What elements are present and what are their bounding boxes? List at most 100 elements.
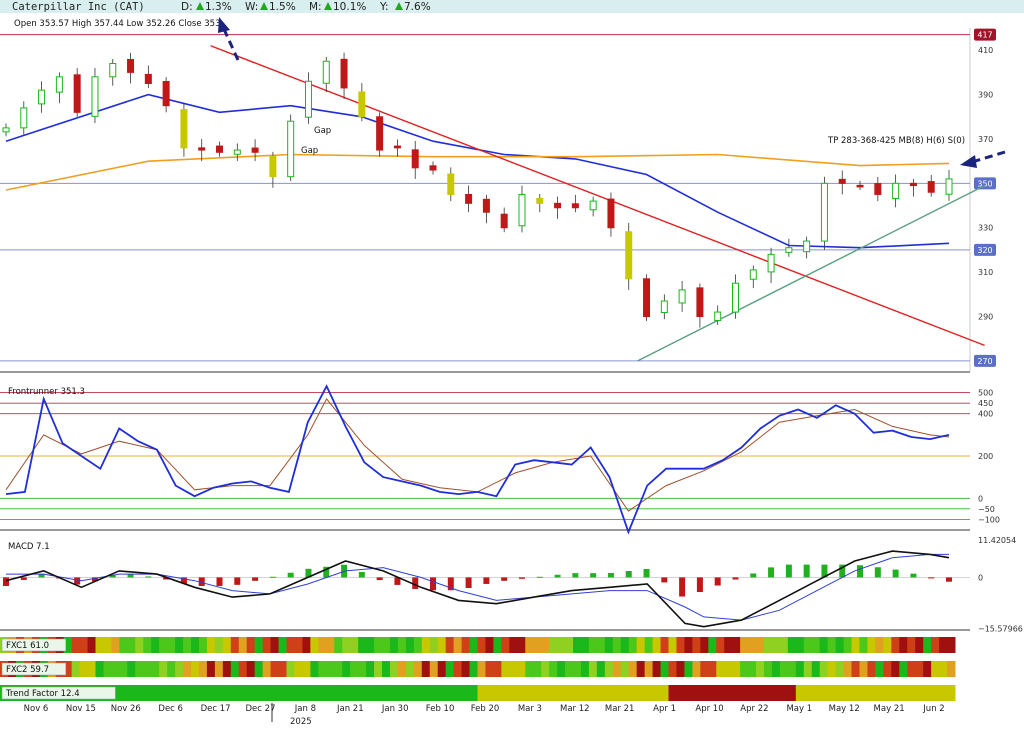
candle-body bbox=[927, 181, 935, 193]
strip-cell bbox=[159, 685, 168, 701]
strip-cell bbox=[270, 661, 280, 677]
strip-cell bbox=[525, 637, 534, 653]
strip-cell bbox=[803, 685, 813, 701]
strip-cell bbox=[660, 685, 669, 701]
strip-cell bbox=[111, 637, 120, 653]
frontrunner-tick-3: 200 bbox=[978, 452, 993, 461]
strip-cell bbox=[931, 685, 940, 701]
strip-cell bbox=[413, 685, 423, 701]
strip-cell bbox=[764, 661, 773, 677]
strip-cell bbox=[652, 661, 662, 677]
strip-cell bbox=[286, 685, 295, 701]
strip-cell bbox=[310, 661, 319, 677]
strip-cell bbox=[214, 685, 224, 701]
strip-cell bbox=[628, 661, 638, 677]
strip-cell bbox=[254, 637, 264, 653]
strip-label-0: FXC1 61.0 bbox=[6, 641, 49, 651]
strip-cell bbox=[748, 637, 757, 653]
strip-cell bbox=[859, 685, 868, 701]
candle-body bbox=[554, 202, 562, 209]
strip-cell bbox=[891, 661, 900, 677]
price-tick-label-0: 410 bbox=[978, 46, 993, 55]
strip-cell bbox=[206, 637, 216, 653]
strip-cell bbox=[421, 637, 431, 653]
strip-cell bbox=[565, 637, 574, 653]
strip-cell bbox=[214, 661, 224, 677]
x-tick-label-10: Feb 20 bbox=[471, 704, 500, 714]
strip-cell bbox=[580, 637, 590, 653]
x-tick-label-0: Nov 6 bbox=[24, 704, 49, 714]
macd-histogram-bar bbox=[287, 572, 294, 578]
strip-cell bbox=[931, 661, 940, 677]
strip-cell bbox=[612, 637, 622, 653]
strip-cell bbox=[374, 637, 383, 653]
x-tick-label-8: Jan 30 bbox=[381, 704, 409, 714]
candle-body bbox=[269, 155, 277, 178]
candle-body bbox=[482, 198, 490, 213]
strip-label-2: Trend Factor 12.4 bbox=[5, 689, 80, 699]
strip-cell bbox=[477, 685, 486, 701]
strip-cell bbox=[708, 661, 717, 677]
strip-cell bbox=[143, 661, 152, 677]
candle-body bbox=[109, 63, 117, 78]
strip-cell bbox=[87, 637, 96, 653]
strip-cell bbox=[230, 637, 240, 653]
strip-cell bbox=[397, 637, 407, 653]
strip-cell bbox=[405, 685, 415, 701]
strip-cell bbox=[756, 637, 765, 653]
strip-cell bbox=[318, 661, 327, 677]
strip-cell bbox=[684, 685, 693, 701]
x-axis: Nov 6 Nov 15 Nov 26 Dec 6 Dec 17 Dec 27 Jan 8 J… bbox=[24, 703, 945, 727]
strip-cell bbox=[827, 661, 837, 677]
strip-cell bbox=[596, 685, 606, 701]
strip-cell bbox=[684, 661, 693, 677]
strip-cell bbox=[366, 661, 375, 677]
strip-cell bbox=[342, 637, 351, 653]
strip-cell bbox=[764, 685, 773, 701]
strip-cell bbox=[445, 685, 455, 701]
x-tick-label-15: Apr 10 bbox=[695, 704, 723, 714]
strip-cell bbox=[159, 661, 168, 677]
x-tick-label-16: Apr 22 bbox=[740, 704, 768, 714]
x-tick-label-2: Nov 26 bbox=[111, 704, 141, 714]
strip-cell bbox=[891, 637, 900, 653]
strip-cell bbox=[533, 685, 542, 701]
x-tick-label-13: Mar 21 bbox=[605, 704, 635, 714]
strip-cell bbox=[254, 661, 264, 677]
strip-cell bbox=[732, 685, 741, 701]
price-tick-label-2: 370 bbox=[978, 135, 993, 144]
strip-cell bbox=[843, 685, 853, 701]
frontrunner-line bbox=[5, 384, 950, 535]
strip-cell bbox=[676, 637, 685, 653]
macd-histogram-bar bbox=[696, 577, 703, 593]
strip-cell bbox=[899, 637, 908, 653]
frontrunner-title: Frontrunner 351.3 bbox=[8, 387, 85, 397]
strip-cell bbox=[883, 637, 892, 653]
strip-cell bbox=[517, 685, 526, 701]
strip-cell bbox=[334, 685, 343, 701]
price-badge-label-0: 417 bbox=[977, 31, 992, 40]
macd-histogram-bar bbox=[216, 577, 223, 586]
strip-cell bbox=[644, 637, 654, 653]
strip-cell bbox=[437, 661, 447, 677]
strip-cell bbox=[787, 661, 797, 677]
strip-cell bbox=[660, 637, 669, 653]
strip-cell bbox=[318, 637, 327, 653]
candle-body bbox=[429, 165, 437, 171]
strip-cell bbox=[676, 661, 685, 677]
strip-cell bbox=[604, 661, 614, 677]
strip-cell bbox=[397, 661, 407, 677]
x-tick-label-20: Jun 2 bbox=[922, 704, 944, 714]
strip-cell bbox=[835, 661, 845, 677]
candle-body bbox=[358, 91, 366, 118]
macd-histogram-bar bbox=[679, 577, 686, 597]
candle-body bbox=[376, 116, 384, 151]
candle-body bbox=[749, 269, 757, 280]
price-panel: 410390370350330310290270417350320270 bbox=[0, 28, 996, 373]
strip-cell bbox=[859, 661, 868, 677]
strip-cell bbox=[827, 685, 837, 701]
strip-cell bbox=[700, 637, 709, 653]
strip-cell bbox=[310, 637, 319, 653]
strip-cell bbox=[883, 685, 892, 701]
strip-cell bbox=[923, 685, 932, 701]
